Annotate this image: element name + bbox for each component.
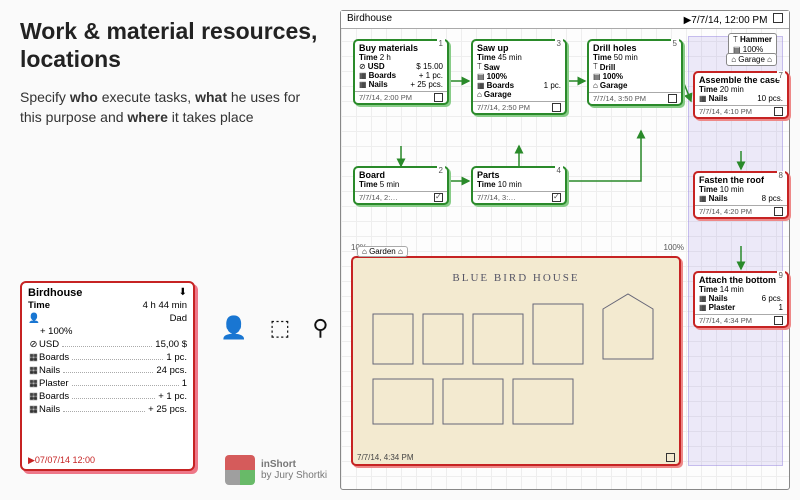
blueprint-drawing bbox=[353, 284, 679, 434]
task-card[interactable]: 7Assemble the caseTime 20 min▦Nails 10 p… bbox=[693, 71, 789, 119]
brand: inShortby Jury Shortki bbox=[225, 455, 327, 485]
summary-row: ▦Boards1 pc. bbox=[22, 351, 193, 364]
summary-title: Birdhouse bbox=[28, 287, 82, 299]
summary-row: ▦Boards+ 1 pc. bbox=[22, 390, 193, 403]
marketing-subtext: Specify who execute tasks, what he uses … bbox=[20, 88, 320, 127]
diagram-canvas[interactable]: Birdhouse ▶7/7/14, 12:00 PM ⟙ Hammer▤ 10… bbox=[340, 10, 790, 490]
blueprint-title: BLUE BIRD HOUSE bbox=[353, 258, 679, 284]
person-icon: 👤 bbox=[28, 313, 40, 324]
location-garage[interactable]: ⌂ Garage ⌂ bbox=[726, 53, 777, 66]
diagram-title: Birdhouse bbox=[347, 13, 392, 26]
blueprint-checkbox[interactable] bbox=[666, 453, 675, 462]
blueprint-location: ⌂ Garden ⌂ bbox=[357, 246, 408, 257]
task-card[interactable]: 2BoardTime 5 min7/7/14, 2:… bbox=[353, 166, 449, 205]
brand-logo-icon bbox=[225, 455, 255, 485]
task-card[interactable]: 4PartsTime 10 min7/7/14, 3:… bbox=[471, 166, 567, 205]
blueprint-card[interactable]: ⌂ Garden ⌂ BLUE BIRD HOUSE 7/7/14, 4:34 … bbox=[351, 256, 681, 466]
summary-row: ▦Nails24 pcs. bbox=[22, 364, 193, 377]
task-card[interactable]: 1Buy materialsTime 2 h⊘USD $ 15.00▦Board… bbox=[353, 39, 449, 105]
diagram-date: ▶7/7/14, 12:00 PM bbox=[684, 15, 768, 26]
summary-card[interactable]: Birdhouse ⬇ Time 4 h 44 min 👤Dad + 100% … bbox=[20, 281, 195, 471]
expand-icon[interactable]: ⬇ bbox=[179, 287, 187, 299]
task-card[interactable]: 3Saw upTime 45 min⟙Saw ▤100% ▦Boards 1 p… bbox=[471, 39, 567, 115]
summary-row: ▦Plaster1 bbox=[22, 377, 193, 390]
task-card[interactable]: 9Attach the bottomTime 14 min▦Nails 6 pc… bbox=[693, 271, 789, 328]
marketing-headline: Work & material resources, locations bbox=[20, 18, 320, 73]
summary-row: ▦Nails+ 25 pcs. bbox=[22, 403, 193, 416]
task-card[interactable]: 5Drill holesTime 50 min⟙Drill ▤100% ⌂Gar… bbox=[587, 39, 683, 106]
diagram-checkbox[interactable] bbox=[773, 13, 783, 23]
summary-date: ▶07/07/14 12:00 bbox=[28, 455, 95, 466]
task-card[interactable]: 8Fasten the roofTime 10 min▦Nails 8 pcs.… bbox=[693, 171, 789, 219]
resource-type-icons: 👤 ⬚ ⚲ bbox=[220, 315, 337, 341]
summary-row: ⊘USD15,00 $ bbox=[22, 338, 193, 351]
